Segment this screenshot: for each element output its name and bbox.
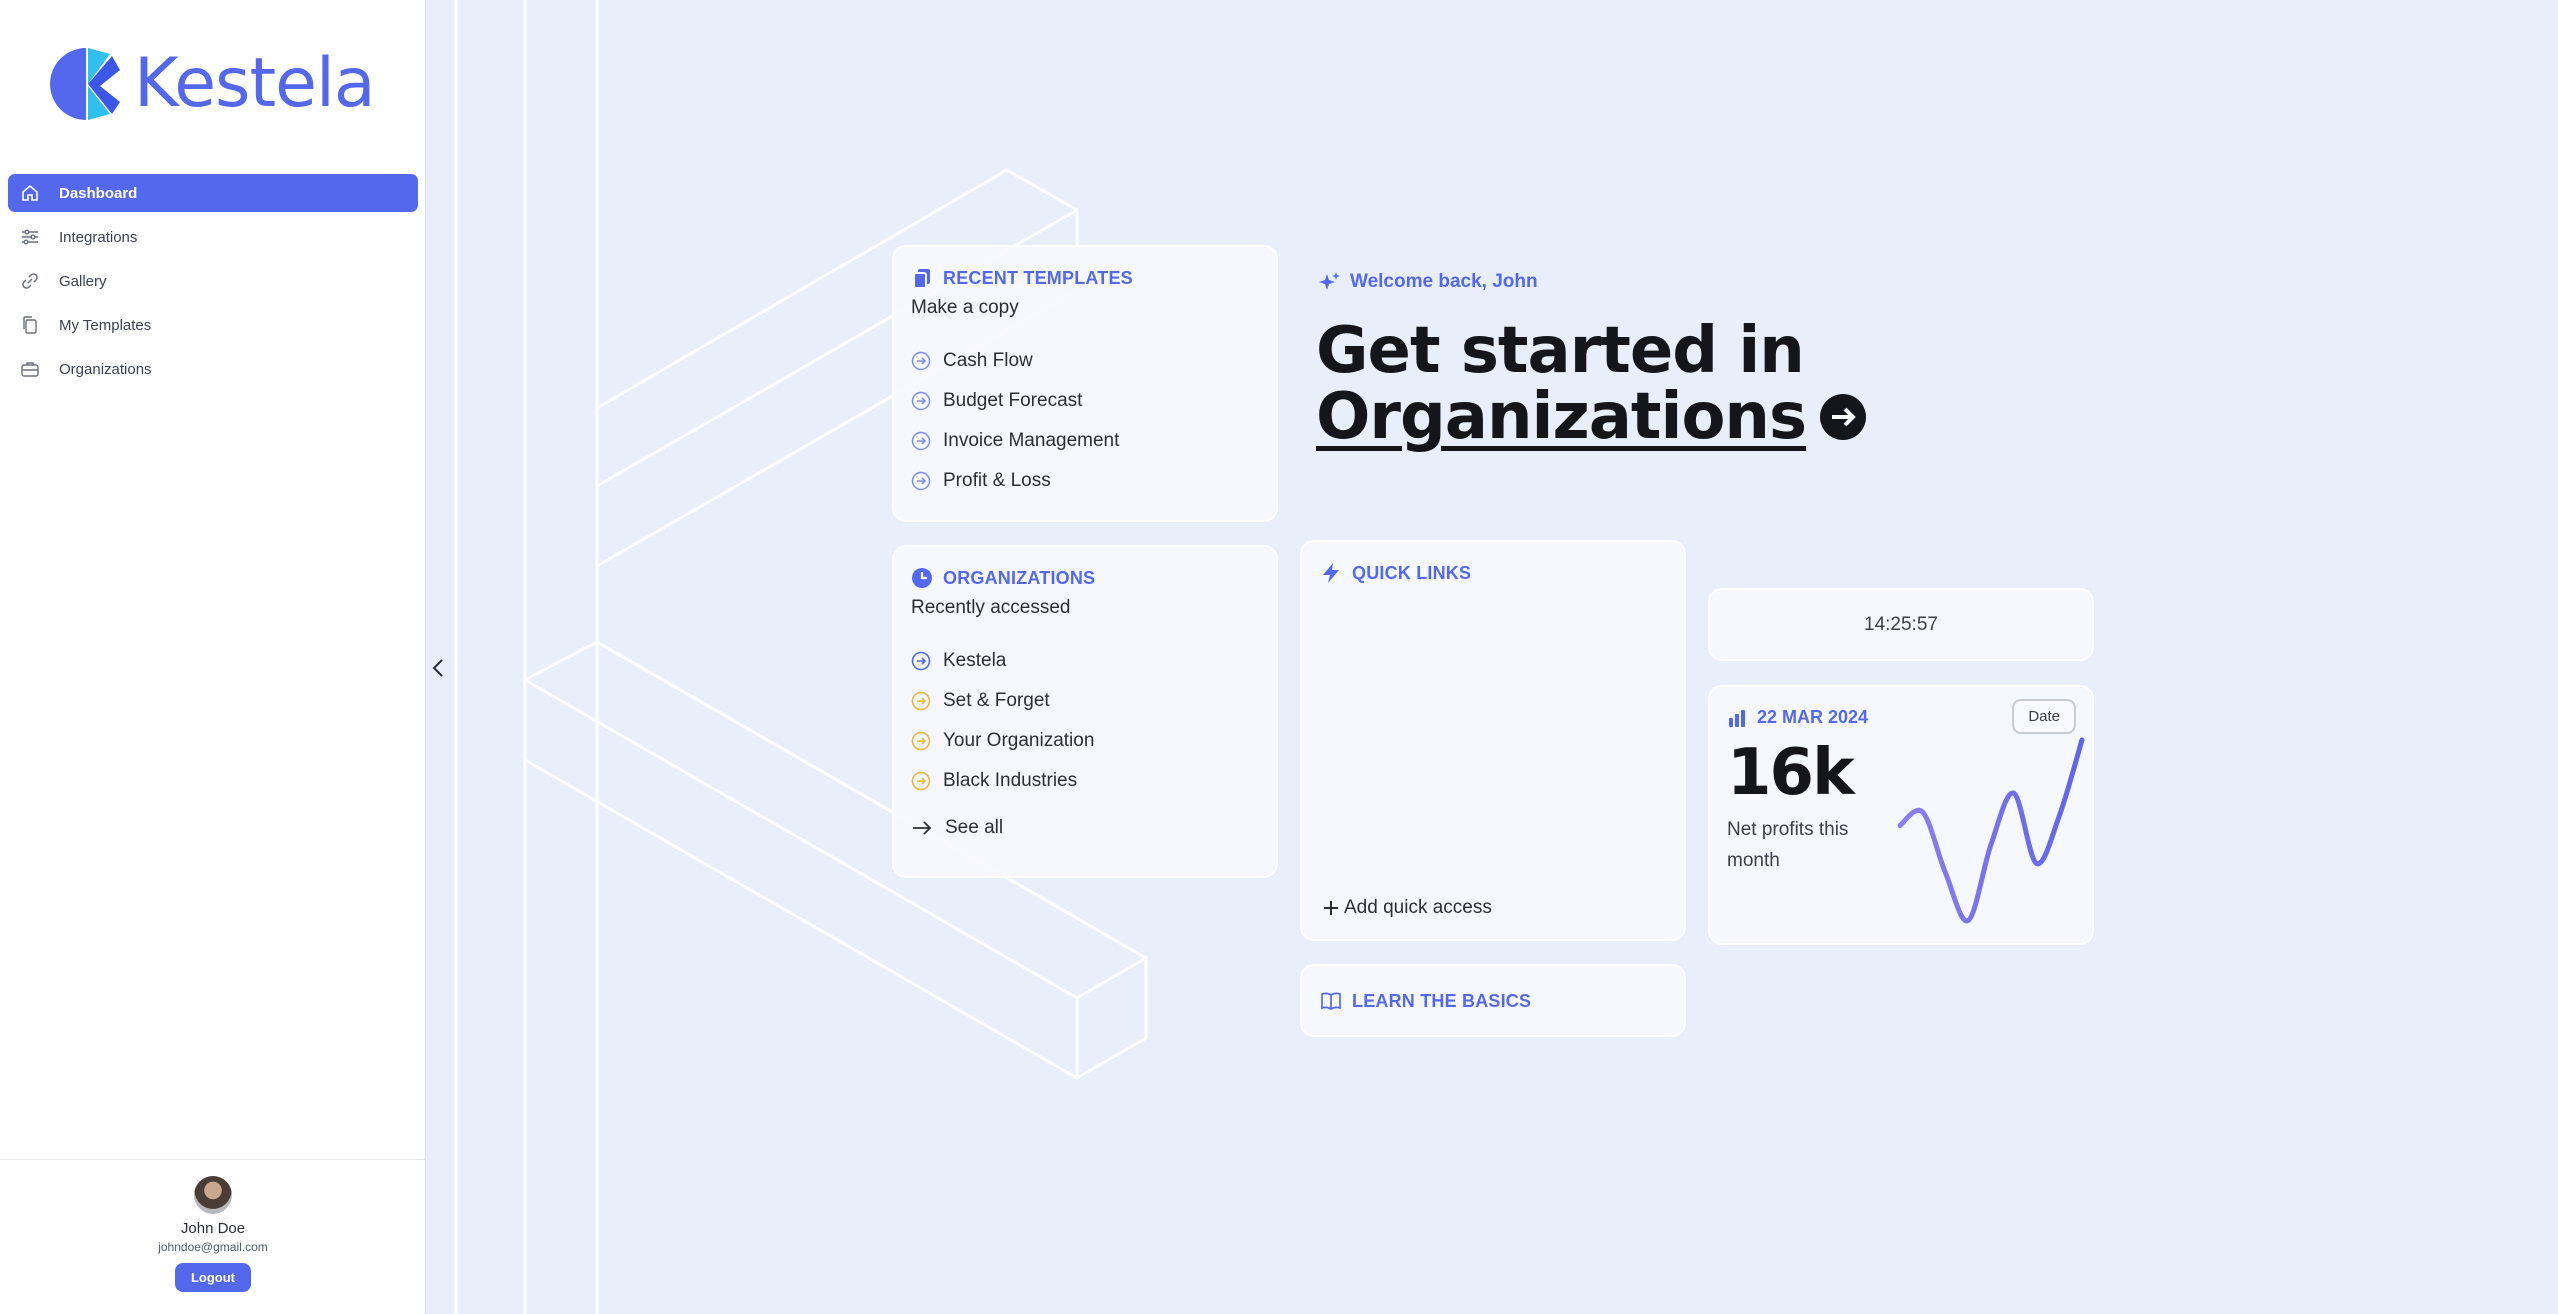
card-title: RECENT TEMPLATES (943, 267, 1133, 288)
current-time: 14:25:57 (1864, 613, 1938, 635)
card-title: ORGANIZATIONS (943, 567, 1096, 588)
list-item[interactable]: Profit & Loss (911, 461, 1259, 501)
add-quick-access-button[interactable]: Add quick access (1322, 897, 1492, 919)
card-title: LEARN THE BASICS (1352, 990, 1532, 1011)
user-name: John Doe (180, 1220, 246, 1237)
sidebar-item-label: Organizations (59, 360, 152, 378)
recent-templates-card: RECENT TEMPLATES Make a copy Cash Flow B… (892, 245, 1278, 522)
welcome-message: Welcome back, John (1318, 270, 1538, 294)
logout-button[interactable]: Logout (174, 1263, 252, 1292)
home-icon (20, 183, 40, 203)
profit-sparkline (1897, 737, 2085, 924)
sidebar-item-organizations[interactable]: Organizations (8, 350, 418, 388)
brand-name: Kestela (134, 44, 376, 123)
organizations-card: ORGANIZATIONS Recently accessed Kestela … (892, 545, 1278, 878)
link-icon (20, 271, 40, 291)
organizations-link[interactable]: Organizations (1316, 380, 1807, 454)
arrow-circle-icon (911, 431, 931, 451)
templates-icon (911, 267, 933, 289)
arrow-circle-icon (911, 771, 931, 791)
sparkline-path (1897, 737, 2085, 924)
list-item[interactable]: Budget Forecast (911, 381, 1259, 421)
list-item[interactable]: Your Organization (911, 721, 1259, 761)
arrow-circle-icon (911, 691, 931, 711)
quick-links-card: QUICK LINKS Add quick access (1300, 540, 1686, 941)
user-email: johndoe@gmail.com (158, 1240, 268, 1254)
plus-icon (1322, 899, 1340, 917)
clock-icon (911, 567, 933, 589)
sidebar-item-label: Dashboard (59, 184, 138, 202)
sidebar-item-integrations[interactable]: Integrations (8, 218, 418, 256)
arrow-right-circle-icon[interactable] (1820, 394, 1867, 441)
sidebar-item-label: Gallery (59, 272, 107, 290)
sidebar-item-my-templates[interactable]: My Templates (8, 306, 418, 344)
copy-icon (20, 315, 40, 335)
arrow-circle-icon (911, 351, 931, 371)
arrow-circle-icon (911, 731, 931, 751)
net-profit-card: 22 MAR 2024 Date 16k Net profits this mo… (1708, 685, 2094, 945)
sliders-icon (20, 227, 40, 247)
arrow-circle-icon (911, 471, 931, 491)
book-icon (1320, 990, 1342, 1012)
bar-chart-icon (1727, 708, 1747, 728)
date-picker-button[interactable]: Date (2012, 699, 2076, 734)
clock-card: 14:25:57 (1708, 588, 2094, 661)
briefcase-icon (20, 359, 40, 379)
arrow-right-icon (911, 817, 933, 839)
sidebar-item-dashboard[interactable]: Dashboard (8, 174, 418, 212)
organizations-list: Kestela Set & Forget Your Organization B… (911, 641, 1259, 801)
profit-label: Net profits this month (1727, 819, 1849, 871)
chevron-left-icon (432, 659, 443, 677)
lightning-icon (1320, 562, 1342, 584)
arrow-circle-icon (911, 391, 931, 411)
arrow-circle-icon (911, 651, 931, 671)
avatar[interactable] (194, 1176, 232, 1214)
list-item[interactable]: Set & Forget (911, 681, 1259, 721)
card-title: QUICK LINKS (1352, 562, 1472, 583)
sidebar-item-label: My Templates (59, 316, 152, 334)
sidebar: Kestela Dashboard Integrations Gallery M… (0, 0, 426, 1314)
sparkles-icon (1318, 270, 1342, 294)
templates-list: Cash Flow Budget Forecast Invoice Manage… (911, 341, 1259, 501)
sidebar-item-gallery[interactable]: Gallery (8, 262, 418, 300)
sidebar-item-label: Integrations (59, 228, 138, 246)
page-title: Get started in Organizations (1316, 318, 1867, 450)
card-subtitle: Make a copy (911, 297, 1019, 318)
list-item[interactable]: Cash Flow (911, 341, 1259, 381)
user-profile: John Doe johndoe@gmail.com Logout (0, 1159, 426, 1314)
sidebar-nav: Dashboard Integrations Gallery My Templa… (8, 174, 418, 394)
brand-logo[interactable]: Kestela (48, 44, 376, 123)
see-all-link[interactable]: See all (911, 817, 1259, 839)
card-subtitle: Recently accessed (911, 597, 1071, 618)
list-item[interactable]: Black Industries (911, 761, 1259, 801)
kestela-logo-icon (50, 48, 120, 120)
list-item[interactable]: Invoice Management (911, 421, 1259, 461)
learn-the-basics-card[interactable]: LEARN THE BASICS (1300, 964, 1686, 1037)
collapse-sidebar-button[interactable] (428, 656, 448, 680)
profit-date: 22 MAR 2024 (1757, 707, 1869, 727)
list-item[interactable]: Kestela (911, 641, 1259, 681)
